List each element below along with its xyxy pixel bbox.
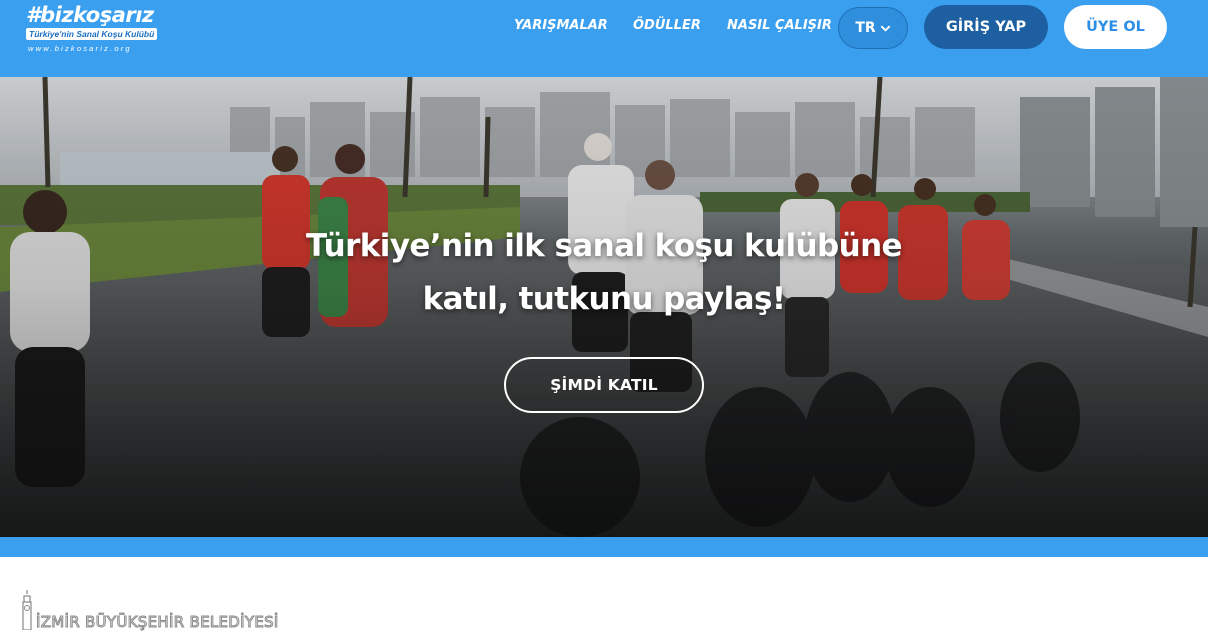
language-selector[interactable]: TR — [838, 7, 908, 49]
join-now-button[interactable]: ŞİMDİ KATIL — [504, 357, 704, 413]
logo-url: www.bizkosariz.org — [28, 44, 132, 53]
logo-tagline: Türkiye'nin Sanal Koşu Kulübü — [26, 28, 158, 40]
accent-stripe — [0, 537, 1208, 557]
nav-link-competitions[interactable]: YARIŞMALAR — [514, 18, 608, 38]
nav-link-how-it-works[interactable]: NASIL ÇALIŞIR — [727, 18, 832, 38]
hero-headline-line-2: katıl, tutkunu paylaş! — [422, 281, 786, 317]
sponsor-name: İZMİR BÜYÜKŞEHİR BELEDİYESİ — [36, 613, 279, 632]
hero-banner: Türkiye’nin ilk sanal koşu kulübüne katı… — [0, 77, 1208, 537]
hero-headline-line-1: Türkiye’nin ilk sanal koşu kulübüne — [306, 228, 903, 264]
top-nav-bar: #bizkoşarız Türkiye'nin Sanal Koşu Kulüb… — [0, 0, 1208, 77]
sponsor-logo[interactable]: İZMİR BÜYÜKŞEHİR BELEDİYESİ — [14, 588, 314, 633]
login-button[interactable]: GİRİŞ YAP — [924, 5, 1048, 49]
signup-button[interactable]: ÜYE OL — [1064, 5, 1167, 49]
logo-wordmark: #bizkoşarız — [26, 3, 154, 27]
language-selector-value: TR — [855, 20, 876, 36]
chevron-down-icon — [880, 25, 890, 31]
clock-tower-icon — [22, 590, 32, 630]
logo[interactable]: #bizkoşarız Türkiye'nin Sanal Koşu Kulüb… — [26, 3, 166, 55]
nav-link-prizes[interactable]: ÖDÜLLER — [633, 18, 701, 38]
